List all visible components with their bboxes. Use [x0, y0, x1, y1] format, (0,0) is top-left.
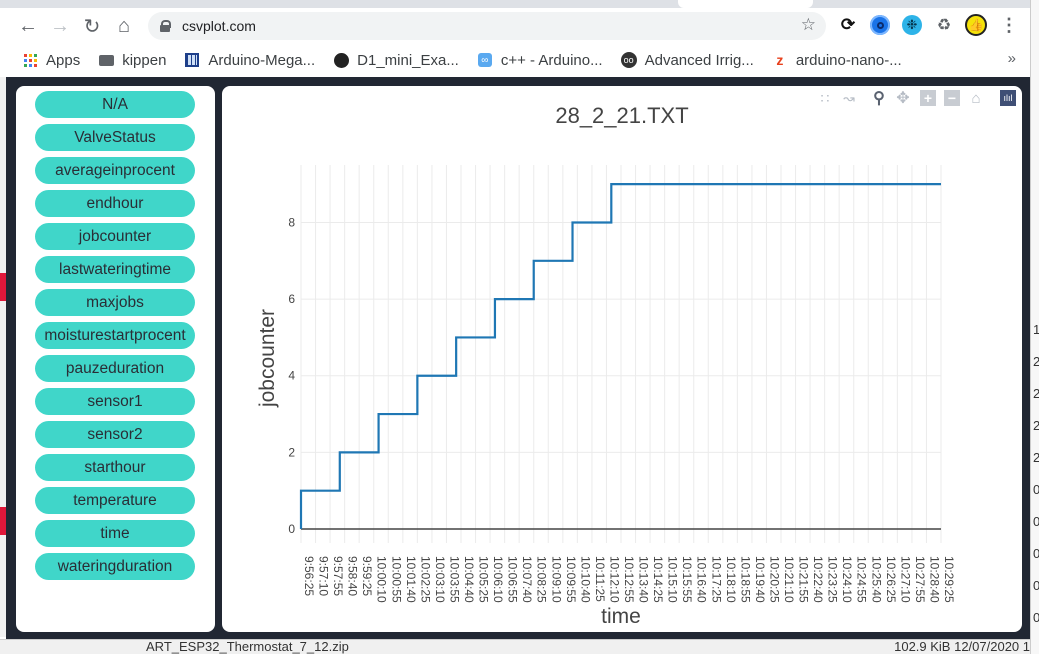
- plot-area[interactable]: 0 2 4 6 8 9:56:25 9:57:10 9:57:55 9:58:40 9:59:2…: [0, 0, 1039, 654]
- x-tick-label: 10:03:10: [433, 556, 447, 603]
- y-tick-labels: 0 2 4 6 8: [288, 215, 295, 536]
- file-manager-statusbar: ART_ESP32_Thermostat_7_12.zip 102.9 KiB …: [0, 639, 1030, 654]
- x-tick-label: 10:10:40: [578, 556, 592, 603]
- x-tick-label: 10:16:40: [695, 556, 709, 603]
- x-tick-labels: 9:56:25 9:57:10 9:57:55 9:58:40 9:59:25 10:00…: [302, 556, 956, 603]
- x-tick-label: 10:02:25: [418, 556, 432, 603]
- x-tick-label: 10:22:40: [811, 556, 825, 603]
- y-tick-label: 6: [288, 292, 295, 306]
- status-file-meta: 102.9 KiB 12/07/2020 1: [894, 639, 1030, 654]
- x-tick-label: 10:20:25: [767, 556, 781, 603]
- x-tick-label: 10:27:10: [898, 556, 912, 603]
- y-tick-label: 8: [288, 215, 295, 229]
- x-tick-label: 10:15:55: [680, 556, 694, 603]
- x-tick-label: 10:00:55: [389, 556, 403, 603]
- x-tick-label: 10:00:10: [375, 556, 389, 603]
- x-tick-label: 10:13:40: [637, 556, 651, 603]
- x-tick-label: 10:12:55: [622, 556, 636, 603]
- x-tick-label: 10:05:25: [477, 556, 491, 603]
- x-tick-label: 10:06:55: [506, 556, 520, 603]
- x-tick-label: 10:19:40: [753, 556, 767, 603]
- x-tick-label: 10:06:10: [491, 556, 505, 603]
- y-tick-label: 4: [288, 369, 295, 383]
- x-tick-label: 10:21:55: [797, 556, 811, 603]
- status-filename[interactable]: ART_ESP32_Thermostat_7_12.zip: [146, 640, 349, 654]
- x-tick-label: 10:14:25: [651, 556, 665, 603]
- x-tick-label: 9:59:25: [360, 556, 374, 596]
- x-tick-label: 10:01:40: [404, 556, 418, 603]
- x-tick-label: 10:18:10: [724, 556, 738, 603]
- x-tick-label: 9:56:25: [302, 556, 316, 596]
- browser-window: ← → ↻ ⌂ csvplot.com ☆ ⟳ ❉ ♻ 👍 ⋮ Apps kip…: [0, 0, 1039, 654]
- x-tick-label: 10:21:10: [782, 556, 796, 603]
- x-tick-label: 10:07:40: [520, 556, 534, 603]
- x-tick-label: 10:08:25: [535, 556, 549, 603]
- x-tick-label: 10:04:40: [462, 556, 476, 603]
- x-tick-label: 9:58:40: [346, 556, 360, 596]
- x-tick-label: 10:28:40: [927, 556, 941, 603]
- x-tick-label: 10:24:55: [855, 556, 869, 603]
- y-axis-title: jobcounter: [256, 308, 279, 408]
- x-tick-label: 10:09:55: [564, 556, 578, 603]
- x-tick-label: 10:23:25: [826, 556, 840, 603]
- x-tick-label: 10:25:40: [869, 556, 883, 603]
- x-tick-label: 10:24:10: [840, 556, 854, 603]
- x-tick-label: 10:18:55: [738, 556, 752, 603]
- x-axis-title: time: [601, 605, 641, 628]
- x-tick-label: 10:03:55: [447, 556, 461, 603]
- x-tick-label: 10:11:25: [593, 556, 607, 602]
- x-tick-label: 10:09:10: [549, 556, 563, 603]
- x-tick-label: 10:26:25: [884, 556, 898, 603]
- x-tick-label: 10:15:10: [666, 556, 680, 603]
- y-tick-label: 2: [288, 445, 295, 459]
- x-gridlines: [300, 165, 942, 543]
- x-tick-label: 9:57:10: [317, 556, 331, 596]
- y-tick-label: 0: [288, 522, 295, 536]
- x-tick-label: 10:12:10: [607, 556, 621, 603]
- x-tick-label: 10:29:25: [942, 556, 956, 603]
- x-tick-label: 10:17:25: [709, 556, 723, 603]
- x-tick-label: 10:27:55: [913, 556, 927, 603]
- x-tick-label: 9:57:55: [331, 556, 345, 596]
